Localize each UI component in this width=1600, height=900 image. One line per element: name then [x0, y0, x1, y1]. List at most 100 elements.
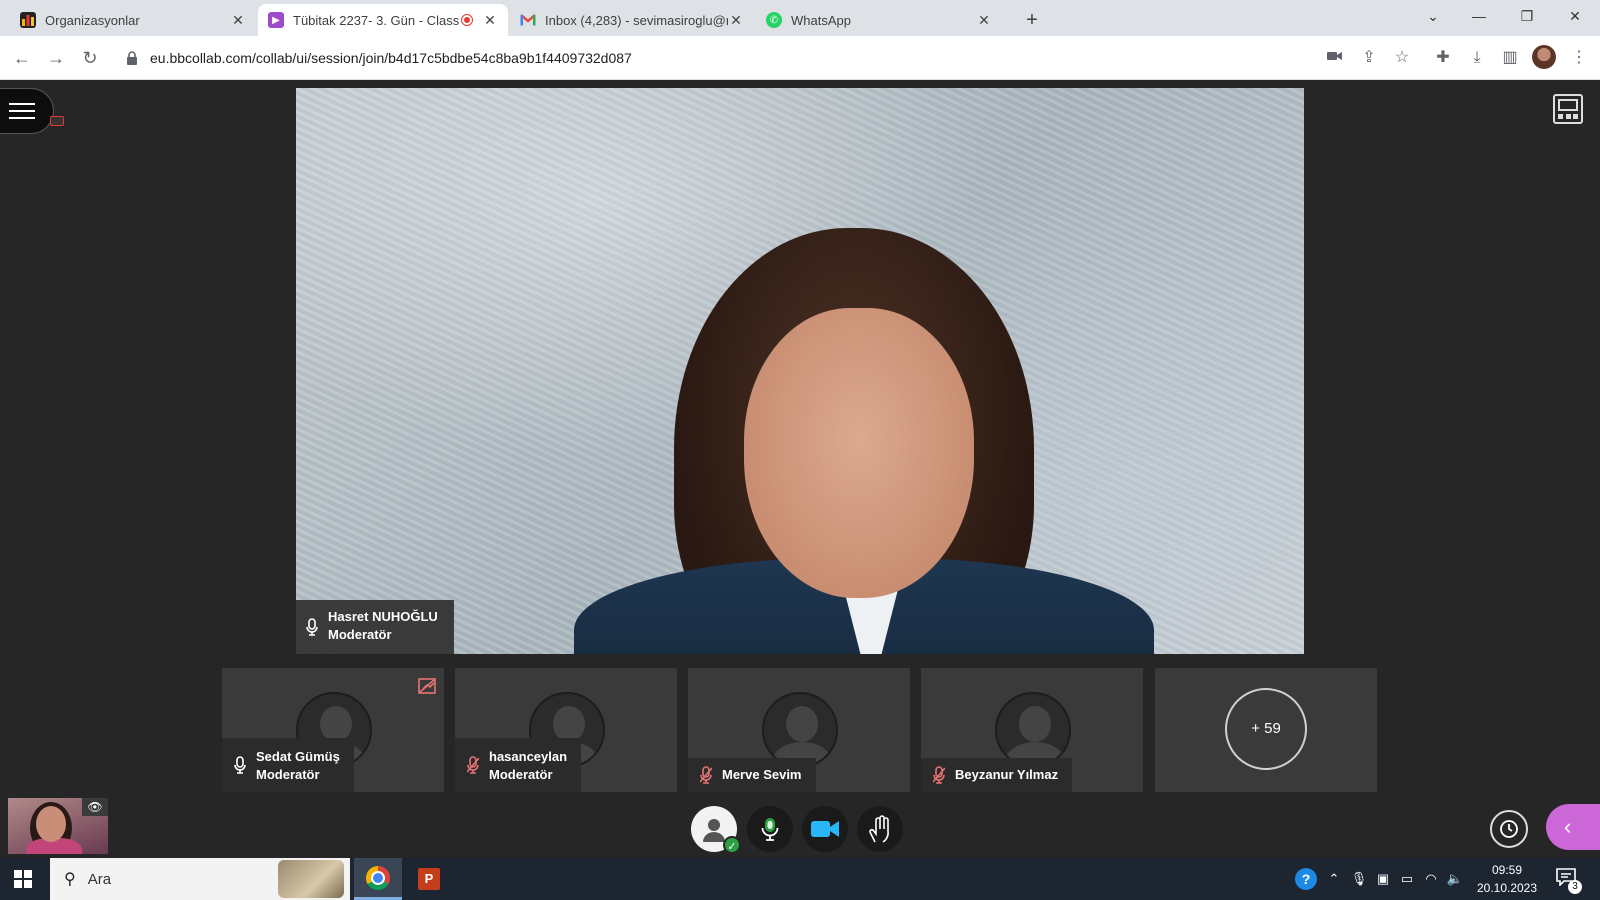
- recording-badge-icon: [50, 116, 64, 126]
- side-panel-icon[interactable]: ▥: [1499, 47, 1521, 69]
- share-icon[interactable]: ⇪: [1358, 47, 1380, 69]
- user-status-icon: [703, 819, 725, 842]
- close-tab-icon[interactable]: ✕: [976, 12, 992, 29]
- participant-label: Beyzanur Yılmaz: [921, 758, 1073, 792]
- participant-name: Sedat Gümüş: [256, 749, 340, 764]
- more-menu-icon[interactable]: ⋮: [1568, 47, 1590, 69]
- windows-start-icon[interactable]: [14, 870, 32, 888]
- participant-name: Merve Sevim: [722, 767, 802, 782]
- tab-title: Tübitak 2237- 3. Gün - Class: [293, 12, 460, 28]
- tab-organizasyonlar[interactable]: Organizasyonlar ✕: [10, 4, 256, 36]
- bookmark-star-icon[interactable]: ☆: [1391, 47, 1413, 69]
- more-participants-tile[interactable]: + 59: [1155, 668, 1377, 792]
- chrome-taskbar-app[interactable]: [354, 858, 402, 900]
- eye-icon[interactable]: 👁: [82, 798, 108, 816]
- participant-tile[interactable]: Sedat Gümüş Moderatör: [222, 668, 444, 792]
- powerpoint-icon: P: [418, 868, 440, 890]
- participant-role: Moderatör: [489, 767, 553, 782]
- avatar: [995, 692, 1071, 768]
- tab-gmail-inbox[interactable]: Inbox (4,283) - sevimasiroglu@r ✕: [510, 4, 754, 36]
- microphone-icon: [761, 818, 779, 841]
- camera-in-use-icon[interactable]: [1324, 47, 1346, 69]
- collaborate-favicon-icon: ▶: [268, 12, 284, 28]
- clock-time: 09:59: [1491, 863, 1523, 877]
- minimize-button[interactable]: —: [1456, 0, 1502, 32]
- chevron-left-icon: ‹: [1564, 814, 1572, 839]
- taskbar-search[interactable]: ⚲ Ara: [50, 858, 350, 900]
- notification-count-badge: 3: [1568, 880, 1582, 894]
- restore-button[interactable]: ❐: [1504, 0, 1550, 32]
- open-collaborate-panel-button[interactable]: ‹: [1546, 804, 1600, 850]
- session-menu-button[interactable]: [0, 88, 54, 134]
- help-tray-item[interactable]: ?: [1291, 858, 1321, 900]
- download-icon[interactable]: ⤓: [1466, 47, 1488, 69]
- participant-name: Beyzanur Yılmaz: [955, 767, 1059, 782]
- search-highlight-image: [278, 860, 344, 898]
- volume-icon[interactable]: 🔈: [1444, 858, 1466, 900]
- speaker-name: Hasret NUHOĞLU: [328, 609, 438, 624]
- participant-label: Sedat Gümüş Moderatör: [222, 738, 354, 792]
- tray-microphone-icon[interactable]: 🎙: [1348, 858, 1370, 900]
- participant-tile[interactable]: Beyzanur Yılmaz: [921, 668, 1143, 792]
- help-icon: ?: [1295, 868, 1317, 890]
- close-tab-icon[interactable]: ✕: [728, 12, 744, 29]
- session-timer-button[interactable]: [1490, 810, 1528, 848]
- taskbar-clock[interactable]: 09:59 20.10.2023: [1470, 861, 1544, 897]
- microphone-button[interactable]: [747, 806, 793, 852]
- search-placeholder: Ara: [87, 870, 112, 888]
- participant-tile[interactable]: Merve Sevim: [688, 668, 910, 792]
- layout-toggle-button[interactable]: [1553, 94, 1583, 124]
- url-text: eu.bbcollab.com/collab/ui/session/join/b…: [150, 50, 632, 66]
- recording-indicator-icon: [462, 15, 472, 25]
- windows-taskbar: ⚲ Ara P ? ⌃ 🎙 ▣ ▭ ◠ 🔈 09:59 20.10.2023 3: [0, 858, 1600, 900]
- self-video-preview[interactable]: 👁: [8, 798, 108, 854]
- reload-button[interactable]: ↻: [78, 46, 102, 70]
- microphone-muted-icon: [467, 756, 479, 774]
- forward-button[interactable]: →: [44, 46, 68, 70]
- whatsapp-favicon-icon: ✆: [766, 12, 782, 28]
- powerpoint-taskbar-app[interactable]: P: [405, 858, 453, 900]
- video-camera-icon: [811, 821, 839, 837]
- participant-tile[interactable]: hasanceylan Moderatör: [455, 668, 677, 792]
- more-participants-count[interactable]: + 59: [1225, 688, 1307, 770]
- microphone-on-icon: [234, 756, 246, 774]
- back-button[interactable]: ←: [10, 46, 34, 70]
- chevron-up-icon[interactable]: ⌃: [1323, 858, 1345, 900]
- status-settings-button[interactable]: ✓: [691, 806, 741, 854]
- extensions-puzzle-icon[interactable]: ✚: [1432, 47, 1454, 69]
- hamburger-icon: [9, 98, 35, 124]
- new-tab-button[interactable]: +: [1018, 6, 1046, 34]
- close-window-button[interactable]: ✕: [1552, 0, 1598, 32]
- speaker-role: Moderatör: [328, 627, 392, 642]
- battery-icon[interactable]: ▭: [1396, 858, 1418, 900]
- participant-name: hasanceylan: [489, 749, 568, 764]
- collaborate-session-stage: Hasret NUHOĞLU Moderatör Sedat Gümüş Mod…: [0, 80, 1600, 858]
- profile-avatar[interactable]: [1532, 45, 1556, 69]
- tab-whatsapp[interactable]: ✆ WhatsApp ✕: [756, 4, 1002, 36]
- tab-title: Organizasyonlar: [45, 12, 140, 28]
- tab-tubitak-session[interactable]: ▶ Tübitak 2237- 3. Gün - Class ✕: [258, 4, 508, 36]
- lock-icon: [126, 51, 140, 65]
- clock-icon: [1500, 820, 1518, 838]
- tab-search-chevron-icon[interactable]: ⌄: [1410, 0, 1456, 32]
- tab-title: Inbox (4,283) - sevimasiroglu@r: [545, 12, 728, 28]
- chrome-icon: [366, 865, 390, 890]
- gmail-favicon-icon: [520, 12, 536, 28]
- wifi-icon[interactable]: ◠: [1420, 858, 1442, 900]
- raise-hand-icon: [869, 815, 889, 843]
- chart-favicon-icon: [20, 12, 36, 28]
- notification-center-button[interactable]: 3: [1556, 868, 1582, 894]
- tray-camera-icon[interactable]: ▣: [1372, 858, 1394, 900]
- microphone-on-icon: [306, 618, 318, 636]
- tab-title: WhatsApp: [791, 12, 851, 28]
- camera-button[interactable]: [802, 806, 848, 852]
- speaker-face: [744, 308, 974, 598]
- address-bar[interactable]: eu.bbcollab.com/collab/ui/session/join/b…: [116, 42, 1356, 74]
- microphone-muted-icon: [933, 766, 945, 784]
- active-speaker-video: Hasret NUHOĞLU Moderatör: [296, 88, 1304, 654]
- raise-hand-button[interactable]: [857, 806, 903, 852]
- close-tab-icon[interactable]: ✕: [230, 12, 246, 29]
- close-tab-icon[interactable]: ✕: [482, 12, 498, 29]
- participant-label: Merve Sevim: [688, 758, 816, 792]
- search-icon: ⚲: [64, 871, 76, 888]
